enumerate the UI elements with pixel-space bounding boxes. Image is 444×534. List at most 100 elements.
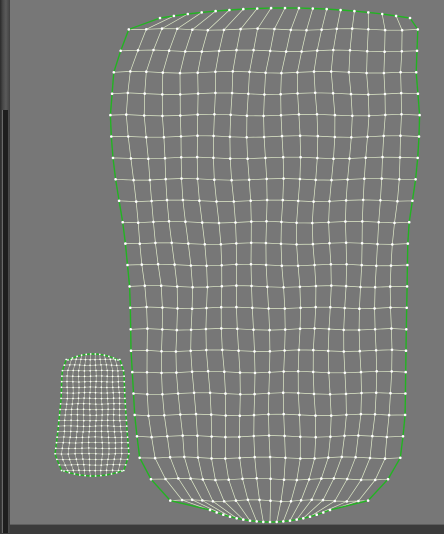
uv-vertex[interactable] [164,477,167,481]
uv-vertex[interactable] [383,92,387,96]
uv-vertex[interactable] [416,156,420,160]
uv-vertex[interactable] [398,156,402,159]
uv-vertex[interactable] [120,452,123,455]
uv-vertex[interactable] [115,364,118,367]
uv-vertex[interactable] [118,463,121,466]
uv-vertex[interactable] [164,177,167,181]
uv-vertex[interactable] [359,285,362,289]
uv-vertex[interactable] [179,135,183,138]
uv-vertex[interactable] [107,408,109,411]
uv-vertex[interactable] [280,134,284,138]
uv-vertex[interactable] [114,178,117,181]
uv-vertex[interactable] [241,477,244,481]
uv-vertex[interactable] [176,307,179,310]
uv-vertex[interactable] [76,430,78,433]
uv-vertex[interactable] [329,435,332,439]
uv-vertex[interactable] [312,200,315,203]
uv-vertex[interactable] [360,391,363,395]
uv-vertex[interactable] [279,242,283,246]
uv-vertex[interactable] [299,435,302,439]
uv-vertex[interactable] [117,370,119,372]
uv-vertex[interactable] [58,414,61,416]
uv-vertex[interactable] [118,414,121,416]
uv-vertex[interactable] [67,369,69,372]
uv-vertex[interactable] [192,391,196,395]
uv-vertex[interactable] [88,425,91,428]
uv-vertex[interactable] [189,477,192,480]
uv-vertex[interactable] [125,414,127,416]
uv-shell-large[interactable] [109,6,421,524]
uv-vertex[interactable] [357,328,361,332]
uv-vertex[interactable] [111,156,115,160]
uv-vertex[interactable] [381,155,384,159]
uv-vertex[interactable] [295,221,298,225]
uv-vertex[interactable] [83,397,85,399]
uv-vertex[interactable] [68,442,71,444]
uv-vertex[interactable] [100,397,103,400]
uv-vertex[interactable] [145,305,148,309]
uv-vertex[interactable] [266,285,269,289]
uv-vertex[interactable] [196,92,200,95]
uv-vertex[interactable] [95,380,97,383]
uv-vertex[interactable] [160,27,164,30]
uv-vertex[interactable] [328,241,331,245]
uv-vertex[interactable] [124,408,127,411]
uv-vertex[interactable] [343,306,347,310]
uv-vertex[interactable] [214,70,217,74]
uv-vertex[interactable] [114,447,117,450]
uv-vertex[interactable] [311,221,314,225]
uv-vertex[interactable] [264,156,267,160]
uv-vertex[interactable] [299,457,302,460]
uv-vertex[interactable] [220,264,223,267]
uv-vertex[interactable] [76,408,79,411]
uv-vertex[interactable] [344,199,348,202]
uv-vertex[interactable] [61,447,64,450]
uv-vertex[interactable] [128,285,131,288]
uv-vertex[interactable] [255,520,258,523]
uv-vertex[interactable] [250,284,253,288]
uv-vertex[interactable] [88,469,91,472]
uv-vertex[interactable] [349,92,353,96]
uv-vertex[interactable] [94,391,97,394]
uv-vertex[interactable] [114,452,117,455]
uv-vertex[interactable] [327,371,331,375]
uv-vertex[interactable] [135,435,139,438]
uv-vertex[interactable] [94,436,97,438]
uv-vertex[interactable] [65,403,68,405]
uv-vertex[interactable] [61,375,63,378]
uv-vertex[interactable] [63,419,66,422]
uv-vertex[interactable] [400,50,404,53]
uv-vertex[interactable] [76,413,79,416]
uv-vertex[interactable] [89,386,92,388]
uv-vertex[interactable] [89,375,92,378]
uv-vertex[interactable] [284,50,288,53]
uv-vertex[interactable] [299,155,302,159]
uv-vertex[interactable] [123,375,125,378]
uv-vertex[interactable] [60,380,63,383]
uv-vertex[interactable] [191,285,194,289]
uv-vertex[interactable] [89,475,92,477]
uv-vertex[interactable] [87,436,90,438]
uv-vertex[interactable] [235,305,238,309]
uv-vertex[interactable] [267,413,270,416]
uv-vertex[interactable] [235,48,238,52]
uv-vertex[interactable] [230,91,234,95]
uv-vertex[interactable] [328,200,331,203]
uv-vertex[interactable] [105,474,108,476]
uv-vertex[interactable] [71,357,74,359]
uv-vertex[interactable] [94,441,97,444]
uv-vertex[interactable] [234,221,237,224]
uv-vertex[interactable] [253,371,257,375]
uv-vertex[interactable] [361,198,365,202]
uv-vertex[interactable] [211,500,215,503]
uv-vertex[interactable] [63,430,66,433]
uv-vertex[interactable] [268,371,271,374]
uv-vertex[interactable] [298,413,301,417]
uv-vertex[interactable] [238,414,242,418]
uv-vertex[interactable] [366,499,370,502]
uv-vertex[interactable] [106,463,109,466]
uv-vertex[interactable] [124,397,126,400]
uv-vertex[interactable] [72,469,75,472]
uv-vertex[interactable] [283,434,286,438]
uv-vertex[interactable] [72,397,74,400]
